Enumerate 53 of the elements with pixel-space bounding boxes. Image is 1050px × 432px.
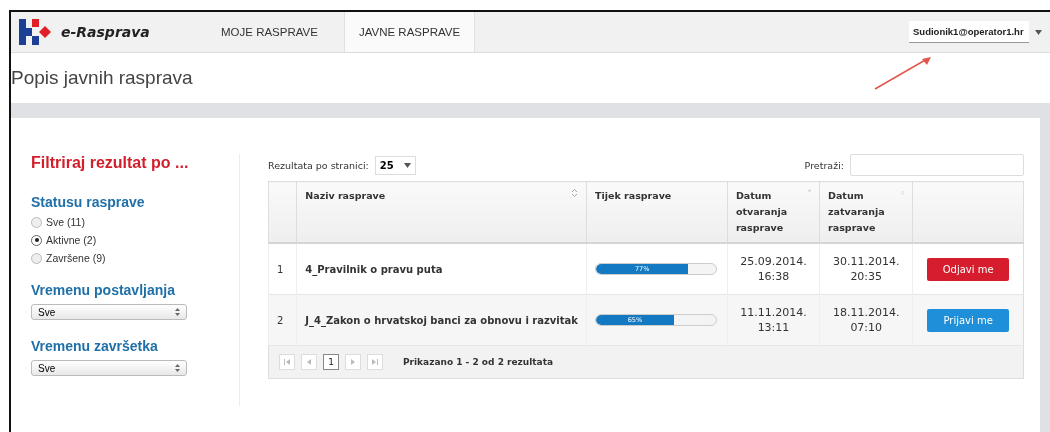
- page-size-label: Rezultata po stranici:: [268, 159, 369, 171]
- triangle-icon: [372, 359, 378, 365]
- user-field[interactable]: Sudionik1@operator1.hr: [909, 21, 1029, 43]
- filter-select[interactable]: Sve: [31, 360, 187, 376]
- pagination-info: Prikazano 1 - 2 od 2 rezultata: [403, 357, 554, 367]
- caret-icon: [175, 364, 180, 372]
- nav-tab[interactable]: JAVNE RASPRAVE: [343, 12, 476, 52]
- previous-page-button[interactable]: [301, 354, 317, 370]
- column-header[interactable]: Naziv rasprave: [296, 181, 587, 243]
- page-size-select[interactable]: 25: [374, 155, 416, 175]
- column-header[interactable]: Datum otvaranja rasprave: [727, 181, 820, 243]
- row-number: 2: [268, 294, 297, 346]
- page-title: Popis javnih rasprava: [11, 67, 193, 89]
- filter-title: Vremenu postavljanja: [31, 282, 176, 298]
- table-cell: 25.09.2014. 16:38: [727, 243, 820, 295]
- caret-icon: [175, 308, 180, 316]
- table-cell: J_4_Zakon o hrvatskoj banci za obnovu i razvitak: [296, 294, 587, 346]
- status-radio[interactable]: Aktivne (2): [31, 234, 97, 246]
- column-header[interactable]: Datum zatvaranja rasprave: [819, 181, 913, 243]
- triangle-icon: [306, 359, 312, 365]
- status-radio[interactable]: Sve (11): [31, 216, 85, 228]
- column-header[interactable]: Tijek rasprave: [586, 181, 728, 243]
- action-button[interactable]: Odjavi me: [927, 257, 1010, 281]
- triangle-icon: [284, 359, 290, 365]
- search-label: Pretraži:: [804, 159, 844, 171]
- last-page-button[interactable]: [367, 354, 383, 370]
- filter-title: Vremenu završetka: [31, 338, 159, 354]
- logo-icon: [19, 19, 51, 45]
- caret-icon: [403, 162, 411, 168]
- filter-heading: Filtriraj rezultat po ...: [31, 154, 190, 172]
- filter-select[interactable]: Sve: [31, 304, 187, 320]
- table-cell: 11.11.2014. 13:11: [727, 294, 820, 346]
- sort-icon[interactable]: [570, 188, 578, 198]
- table-cell: 30.11.2014. 20:35: [819, 243, 913, 295]
- search-field[interactable]: [850, 154, 1024, 176]
- page-number[interactable]: 1: [323, 354, 339, 370]
- filter-title: Statusu rasprave: [31, 194, 146, 210]
- nav-tab[interactable]: MOJE RASPRAVE: [207, 12, 332, 52]
- first-page-button[interactable]: [279, 354, 295, 370]
- row-number: 1: [268, 243, 297, 295]
- radio-icon[interactable]: [31, 216, 42, 228]
- action-button[interactable]: Prijavi me: [927, 308, 1010, 332]
- table-cell: 18.11.2014. 07:10: [819, 294, 913, 346]
- sort-ascending-icon[interactable]: [807, 188, 812, 193]
- next-page-button[interactable]: [345, 354, 361, 370]
- status-radio[interactable]: Završene (9): [31, 252, 106, 264]
- table-cell: 4_Pravilnik o pravu puta: [296, 243, 587, 295]
- triangle-icon: [350, 359, 356, 365]
- radio-icon[interactable]: [31, 234, 42, 246]
- annotation-arrow: [873, 55, 933, 91]
- caret-icon: [1035, 29, 1042, 35]
- brand-name: e-Rasprava: [61, 24, 150, 40]
- radio-icon[interactable]: [31, 252, 42, 264]
